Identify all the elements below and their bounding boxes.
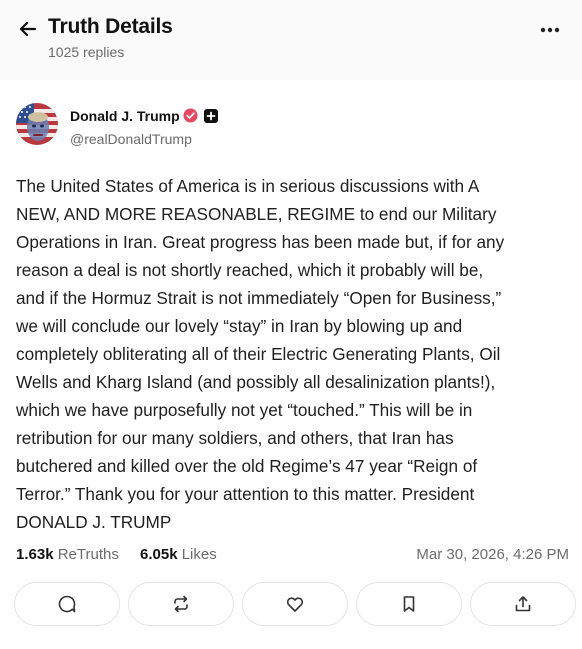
more-horizontal-icon	[540, 27, 560, 33]
plus-badge-icon	[204, 109, 218, 123]
retruths-label: ReTruths	[57, 546, 119, 563]
avatar[interactable]	[16, 103, 58, 145]
post-line: Operations in Iran. Great progress has b…	[16, 232, 505, 252]
share-icon	[515, 596, 531, 612]
page-title: Truth Details	[48, 15, 173, 38]
likes-stat[interactable]: 6.05k Likes	[140, 546, 217, 563]
author-name[interactable]: Donald J. Trump	[70, 108, 180, 124]
top-bar: Truth Details 1025 replies	[0, 0, 582, 80]
post-line: we will conclude our lovely “stay” in Ir…	[16, 316, 463, 336]
post-line: Terror.” Thank you for your attention to…	[16, 484, 475, 504]
post-line: NEW, AND MORE REASONABLE, REGIME to end …	[16, 204, 497, 224]
retruth-icon	[174, 595, 188, 613]
post-author: Donald J. Trump @realDonaldTrump	[16, 103, 316, 147]
post-line: which we have purposefully not yet “touc…	[16, 400, 473, 420]
post-line: completely obliterating all of their Ele…	[16, 344, 501, 364]
share-button[interactable]	[470, 582, 576, 626]
like-icon	[286, 597, 304, 612]
post-stats: 1.63k ReTruths 6.05k Likes Mar 30, 2026,…	[16, 546, 576, 566]
post-line: retribution for our many soldiers, and o…	[16, 428, 454, 448]
author-handle[interactable]: @realDonaldTrump	[70, 131, 192, 147]
post-line: The United States of America is in serio…	[16, 176, 480, 196]
post-line: and if the Hormuz Strait is not immediat…	[16, 288, 502, 308]
retruths-count: 1.63k	[16, 546, 54, 563]
reply-icon	[58, 595, 76, 613]
verified-badge-icon	[183, 108, 198, 123]
retruths-stat[interactable]: 1.63k ReTruths	[16, 546, 119, 563]
more-options-button[interactable]	[538, 18, 562, 42]
bookmark-button[interactable]	[356, 582, 462, 626]
retruth-button[interactable]	[128, 582, 234, 626]
post-body: The United States of America is in serio…	[16, 172, 566, 536]
like-button[interactable]	[242, 582, 348, 626]
likes-label: Likes	[181, 546, 217, 563]
avatar-image	[16, 103, 58, 145]
post-line: butchered and killed over the old Regime…	[16, 456, 478, 476]
post-line: Wells and Kharg Island (and possibly all…	[16, 372, 496, 392]
bookmark-icon	[403, 596, 415, 612]
replies-count: 1025 replies	[48, 44, 125, 60]
likes-count: 6.05k	[140, 546, 178, 563]
arrow-left-icon	[19, 21, 37, 37]
post-line: DONALD J. TRUMP	[16, 512, 172, 532]
post-line: reason a deal is not shortly reached, wh…	[16, 260, 484, 280]
action-bar	[14, 582, 578, 626]
post-timestamp: Mar 30, 2026, 4:26 PM	[416, 546, 569, 563]
reply-button[interactable]	[14, 582, 120, 626]
back-button[interactable]	[16, 17, 40, 41]
